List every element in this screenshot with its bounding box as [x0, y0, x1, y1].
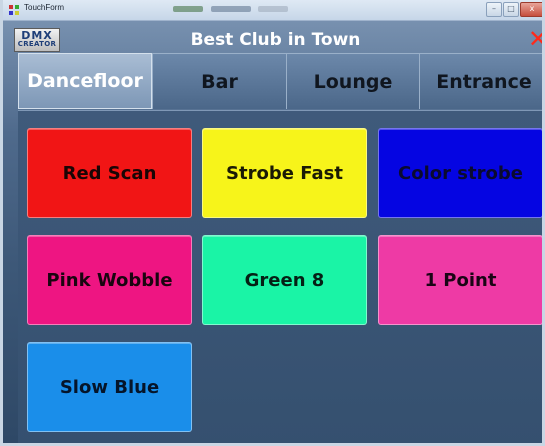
room-tabs: Dancefloor Bar Lounge Entrance: [18, 53, 542, 109]
scene-grid: Red Scan Strobe Fast Color strobe Pink W…: [18, 110, 542, 443]
blurred-taskbar-content: [258, 6, 288, 12]
touchform-window: TouchForm – □ x DMX CREATOR Best Club in…: [0, 0, 545, 446]
scene-button-1-point[interactable]: 1 Point: [378, 235, 542, 325]
blurred-taskbar-content: [211, 6, 251, 12]
page-title: Best Club in Town: [190, 30, 361, 50]
os-title-bar[interactable]: TouchForm – □ x: [3, 0, 542, 21]
tab-entrance[interactable]: Entrance: [419, 53, 542, 109]
os-close-button[interactable]: x: [520, 2, 542, 17]
close-icon[interactable]: ✕: [528, 27, 542, 51]
app-header: DMX CREATOR Best Club in Town ✕: [3, 26, 542, 56]
os-window-controls: – □ x: [485, 2, 542, 17]
scene-button-strobe-fast[interactable]: Strobe Fast: [202, 128, 367, 218]
app-icon: [9, 5, 19, 15]
tab-dancefloor[interactable]: Dancefloor: [18, 53, 152, 109]
scene-button-color-strobe[interactable]: Color strobe: [378, 128, 542, 218]
scene-button-slow-blue[interactable]: Slow Blue: [27, 342, 192, 432]
scene-button-pink-wobble[interactable]: Pink Wobble: [27, 235, 192, 325]
tab-lounge[interactable]: Lounge: [286, 53, 419, 109]
maximize-button[interactable]: □: [503, 2, 519, 17]
scene-button-red-scan[interactable]: Red Scan: [27, 128, 192, 218]
tab-bar[interactable]: Bar: [152, 53, 286, 109]
os-window-title: TouchForm: [24, 3, 65, 12]
blurred-taskbar-content: [173, 6, 203, 12]
scene-button-green-8[interactable]: Green 8: [202, 235, 367, 325]
minimize-button[interactable]: –: [486, 2, 502, 17]
